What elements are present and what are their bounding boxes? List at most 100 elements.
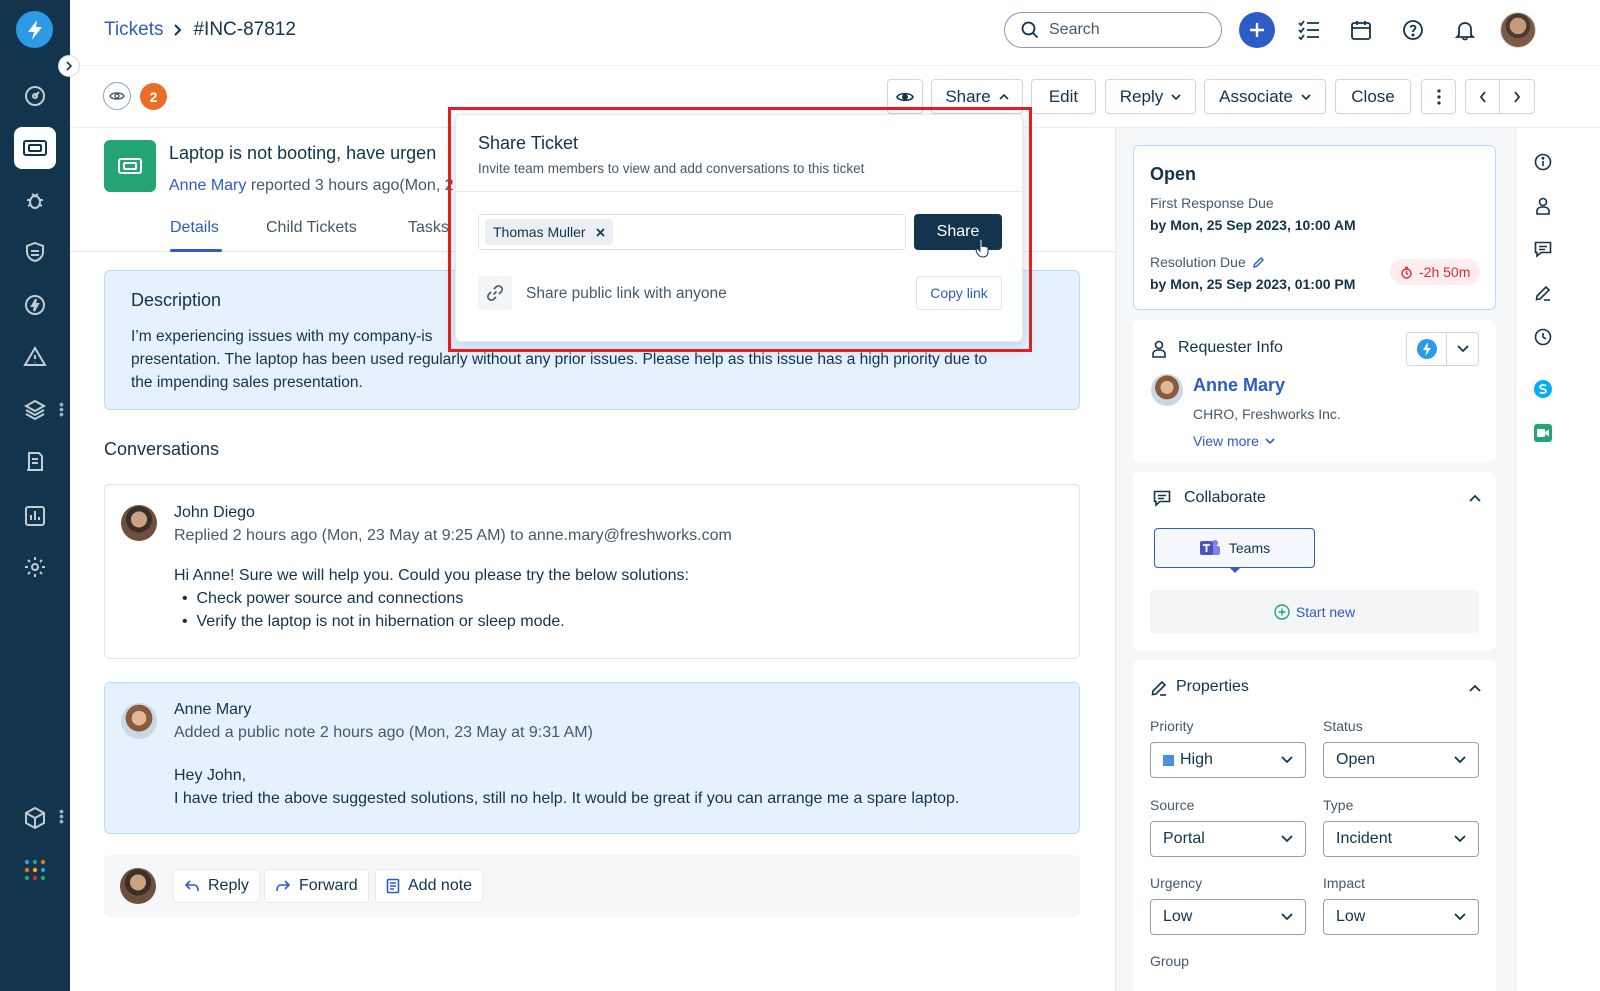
edit-button[interactable]: Edit [1031, 79, 1096, 114]
more-vertical-icon[interactable]: • • • [59, 397, 64, 421]
edit-pencil-icon[interactable] [1530, 280, 1556, 306]
apps-cube-icon[interactable] [14, 797, 56, 839]
chevron-down-icon [1171, 93, 1181, 100]
google-meet-icon[interactable] [1530, 420, 1556, 446]
active-tab-indicator [170, 249, 222, 252]
problems-bug-icon[interactable] [14, 179, 56, 221]
share-button[interactable]: Share [931, 79, 1023, 114]
start-new-button[interactable]: Start new [1150, 590, 1479, 633]
source-select[interactable]: Portal [1150, 821, 1306, 857]
urgency-select[interactable]: Low [1150, 899, 1306, 935]
edit-pencil-icon [1151, 680, 1167, 696]
preview-eye-button[interactable] [887, 79, 923, 114]
notifications-bell-icon[interactable] [1447, 12, 1483, 48]
chevron-down-icon [1265, 437, 1275, 444]
global-search-input[interactable]: Search [1004, 12, 1222, 48]
teams-label: Teams [1228, 540, 1271, 556]
requester-name-link[interactable]: Anne Mary [1193, 375, 1285, 396]
new-item-plus-button[interactable] [1239, 12, 1275, 48]
search-placeholder: Search [1049, 21, 1100, 38]
close-ticket-button[interactable]: Close [1335, 79, 1411, 114]
note-line-1: Hey John, [174, 767, 247, 784]
collapse-chevron-up-icon[interactable] [1469, 684, 1481, 692]
bullet-item: • Check power source and connections [182, 590, 464, 607]
watch-eye-icon[interactable] [103, 82, 131, 110]
calendar-icon[interactable] [1343, 12, 1379, 48]
conversation-note: Anne Mary Added a public note 2 hours ag… [104, 682, 1080, 834]
settings-gear-icon[interactable] [14, 546, 56, 588]
previous-ticket-chevron-left-icon[interactable] [1466, 80, 1500, 113]
clock-history-icon[interactable] [1530, 324, 1556, 350]
priority-select[interactable]: High [1150, 742, 1306, 778]
more-vertical-icon[interactable]: • • • [59, 804, 64, 828]
forward-action-button[interactable]: Forward [264, 869, 369, 903]
changes-shield-icon[interactable] [14, 231, 56, 273]
remove-chip-close-icon[interactable] [596, 227, 605, 237]
alerts-warning-icon[interactable] [14, 336, 56, 378]
resolution-label: Resolution Due [1150, 254, 1246, 270]
user-avatar[interactable] [1500, 12, 1536, 48]
releases-bolt-icon[interactable] [14, 284, 56, 326]
watchers-count-badge[interactable]: 2 [140, 83, 167, 110]
chat-icon[interactable] [1530, 236, 1556, 262]
conversation-item: John Diego Replied 2 hours ago (Mon, 23 … [104, 484, 1080, 659]
type-label: Type [1323, 797, 1354, 813]
close-button-label: Close [1351, 86, 1395, 106]
chevron-down-icon [1281, 835, 1293, 843]
chat-icon [1153, 490, 1171, 507]
group-label: Group [1150, 953, 1189, 969]
collaborate-title: Collaborate [1184, 489, 1266, 506]
chevron-down-icon[interactable] [1447, 333, 1478, 365]
share-recipients-input[interactable]: Thomas Muller [478, 214, 906, 250]
requester-link[interactable]: Anne Mary [169, 177, 246, 194]
assets-layers-icon[interactable] [14, 389, 56, 431]
tab-details[interactable]: Details [170, 219, 219, 237]
status-select[interactable]: Open [1323, 742, 1479, 778]
todo-list-icon[interactable] [1291, 12, 1327, 48]
type-select[interactable]: Incident [1323, 821, 1479, 857]
right-icon-strip [1515, 128, 1600, 991]
associate-button[interactable]: Associate [1204, 79, 1326, 114]
collaborate-card: Collaborate Teams Start new [1133, 472, 1496, 650]
chevron-down-icon [1454, 756, 1466, 764]
expand-nav-chevron-icon[interactable] [58, 55, 80, 77]
description-line-2: presentation. The laptop has been used r… [131, 351, 988, 368]
breadcrumb-tickets-link[interactable]: Tickets [104, 19, 163, 41]
reports-chart-icon[interactable] [14, 495, 56, 537]
properties-card: Properties Priority Status High Open Sou… [1133, 660, 1496, 991]
freshservice-logo-icon[interactable] [16, 11, 53, 48]
tab-tasks[interactable]: Tasks [408, 219, 449, 237]
edit-pencil-icon[interactable] [1252, 256, 1265, 269]
info-icon[interactable] [1530, 149, 1556, 175]
requester-person-icon[interactable] [1530, 193, 1556, 219]
status-value: Open [1336, 751, 1376, 768]
skype-icon[interactable] [1530, 376, 1556, 402]
ticket-status: Open [1150, 164, 1197, 184]
add-note-action-button[interactable]: Add note [375, 869, 484, 903]
copy-link-button[interactable]: Copy link [916, 276, 1002, 310]
reply-action-button[interactable]: Reply [173, 869, 260, 903]
conversation-body-intro: Hi Anne! Sure we will help you. Could yo… [174, 567, 689, 584]
chevron-down-icon [1281, 913, 1293, 921]
teams-tab[interactable]: Teams [1154, 528, 1315, 568]
view-more-link[interactable]: View more [1193, 433, 1275, 449]
type-value: Incident [1336, 830, 1393, 847]
tab-child-tickets[interactable]: Child Tickets [266, 219, 357, 237]
collapse-chevron-up-icon[interactable] [1469, 494, 1481, 502]
reported-text: reported 3 hours ago(Mon, 2 [246, 177, 454, 194]
dashboard-icon[interactable] [14, 75, 56, 117]
impact-select[interactable]: Low [1323, 899, 1479, 935]
tickets-icon[interactable] [14, 127, 56, 169]
chevron-down-icon [1454, 835, 1466, 843]
product-switcher-grid-icon[interactable] [14, 849, 56, 891]
breadcrumb-ticket-id: #INC-87812 [193, 19, 296, 40]
reply-button[interactable]: Reply [1105, 79, 1196, 114]
more-actions-button[interactable] [1421, 79, 1456, 114]
ticket-subtitle: Anne Mary reported 3 hours ago(Mon, 2 [169, 177, 454, 195]
help-icon[interactable] [1395, 12, 1431, 48]
ticket-type-icon [104, 140, 156, 192]
next-ticket-chevron-right-icon[interactable] [1500, 90, 1534, 103]
solutions-book-icon[interactable] [14, 441, 56, 483]
chevron-down-icon [1454, 913, 1466, 921]
freshworks-bolt-icon[interactable] [1407, 333, 1447, 365]
